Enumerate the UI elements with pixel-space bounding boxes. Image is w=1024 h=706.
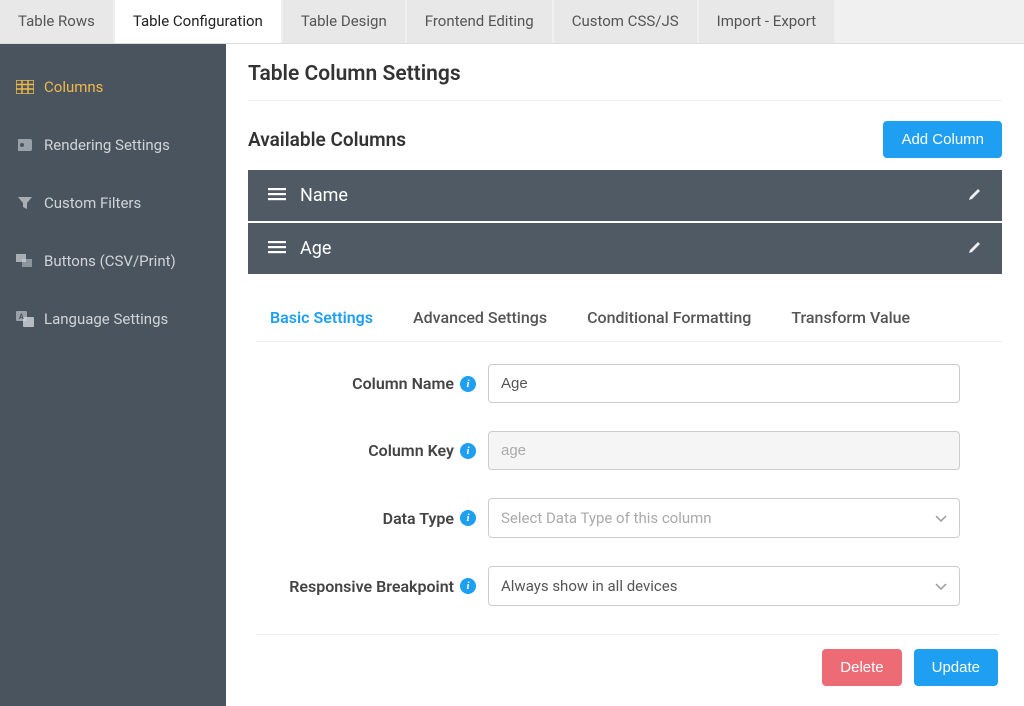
top-tabs: Table Rows Table Configuration Table Des… [0,0,1024,44]
sub-tabs: Basic Settings Advanced Settings Conditi… [256,294,1002,342]
column-key-label: Column Key [368,441,454,460]
subtab-transform[interactable]: Transform Value [791,304,910,331]
edit-icon[interactable] [968,238,982,259]
sidebar-item-rendering[interactable]: Rendering Settings [0,116,226,174]
update-button[interactable]: Update [914,649,998,686]
tab-table-rows[interactable]: Table Rows [0,0,115,43]
buttons-icon [16,254,34,268]
table-icon [16,80,34,94]
tab-custom-css-js[interactable]: Custom CSS/JS [554,0,699,43]
breakpoint-select[interactable]: Always show in all devices [488,566,960,606]
sidebar-item-buttons[interactable]: Buttons (CSV/Print) [0,232,226,290]
info-icon[interactable]: i [460,578,476,594]
data-type-label: Data Type [383,509,454,528]
available-columns-title: Available Columns [248,128,406,151]
language-icon: A [16,311,34,327]
column-list: Name Age [248,170,1002,276]
tab-import-export[interactable]: Import - Export [699,0,836,43]
column-key-input [488,431,960,470]
column-name-input[interactable] [488,364,960,403]
delete-button[interactable]: Delete [822,649,901,686]
page-title: Table Column Settings [248,62,1002,101]
sidebar-label: Language Settings [44,310,168,328]
column-name-label: Column Name [352,374,454,393]
sidebar-label: Columns [44,78,103,96]
subtab-basic[interactable]: Basic Settings [270,304,373,331]
sidebar-item-filters[interactable]: Custom Filters [0,174,226,232]
tab-table-configuration[interactable]: Table Configuration [115,0,283,43]
sidebar-label: Buttons (CSV/Print) [44,252,176,270]
info-icon[interactable]: i [460,443,476,459]
info-icon[interactable]: i [460,510,476,526]
drag-handle-icon[interactable] [268,185,286,206]
column-label: Name [300,185,348,206]
breakpoint-value: Always show in all devices [501,577,677,595]
sidebar-label: Rendering Settings [44,136,170,154]
sidebar: Columns Rendering Settings Custom Filter… [0,44,226,706]
data-type-select[interactable]: Select Data Type of this column [488,498,960,538]
column-item-age[interactable]: Age [248,223,1002,276]
chevron-down-icon [935,577,947,595]
info-icon[interactable]: i [460,376,476,392]
add-column-button[interactable]: Add Column [883,121,1002,158]
tab-table-design[interactable]: Table Design [283,0,407,43]
subtab-conditional[interactable]: Conditional Formatting [587,304,751,331]
svg-text:A: A [19,313,24,321]
tab-frontend-editing[interactable]: Frontend Editing [407,0,554,43]
subtab-advanced[interactable]: Advanced Settings [413,304,547,331]
content: Table Column Settings Available Columns … [226,44,1024,706]
sidebar-label: Custom Filters [44,194,141,212]
column-item-name[interactable]: Name [248,170,1002,223]
sidebar-item-columns[interactable]: Columns [0,58,226,116]
data-type-value: Select Data Type of this column [501,509,712,527]
chevron-down-icon [935,509,947,527]
sidebar-item-language[interactable]: A Language Settings [0,290,226,348]
drag-handle-icon[interactable] [268,238,286,259]
column-label: Age [300,238,331,259]
render-icon [16,137,34,153]
edit-icon[interactable] [968,185,982,206]
filter-icon [16,195,34,211]
breakpoint-label: Responsive Breakpoint [289,577,454,596]
